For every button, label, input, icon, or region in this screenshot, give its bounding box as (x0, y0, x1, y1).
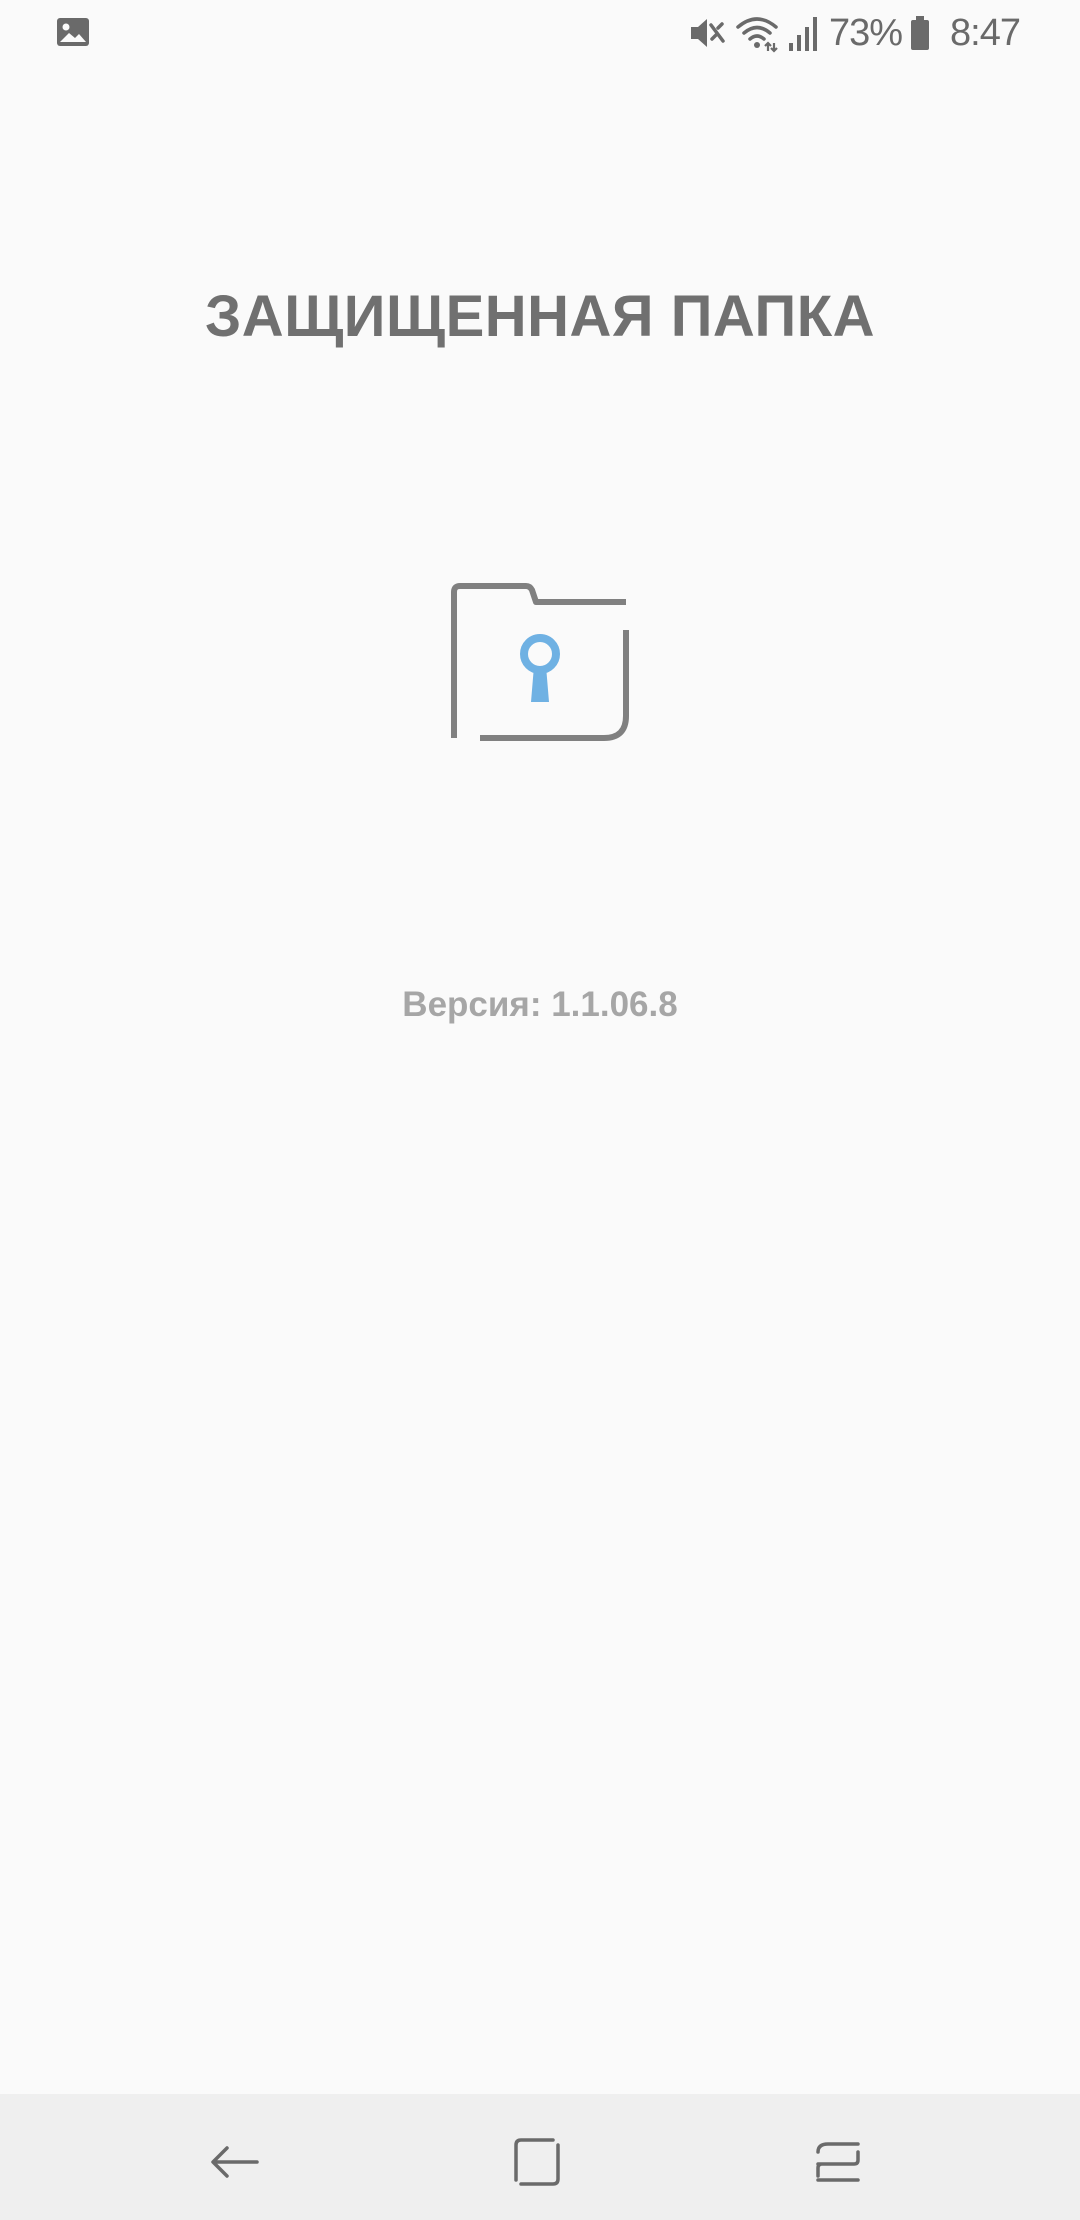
battery-percent: 73% (828, 11, 903, 54)
mute-icon (690, 19, 725, 47)
wifi-icon (736, 17, 778, 53)
clock: 8:47 (950, 11, 1021, 54)
battery-icon (911, 16, 930, 50)
image-notification-icon (57, 18, 89, 46)
navigation-bar (0, 2094, 1080, 2220)
status-icons: 73% 8:47 (687, 8, 1021, 58)
secure-folder-icon (451, 583, 629, 741)
recent-apps-icon[interactable] (808, 2132, 868, 2192)
version-label: Версия: 1.1.06.8 (402, 985, 678, 1024)
back-icon[interactable] (205, 2132, 265, 2192)
signal-icon (788, 17, 817, 51)
home-icon[interactable] (507, 2132, 567, 2192)
page-title: ЗАЩИЩЕННАЯ ПАПКА (204, 284, 876, 349)
status-bar: 73% 8:47 (0, 0, 1080, 66)
